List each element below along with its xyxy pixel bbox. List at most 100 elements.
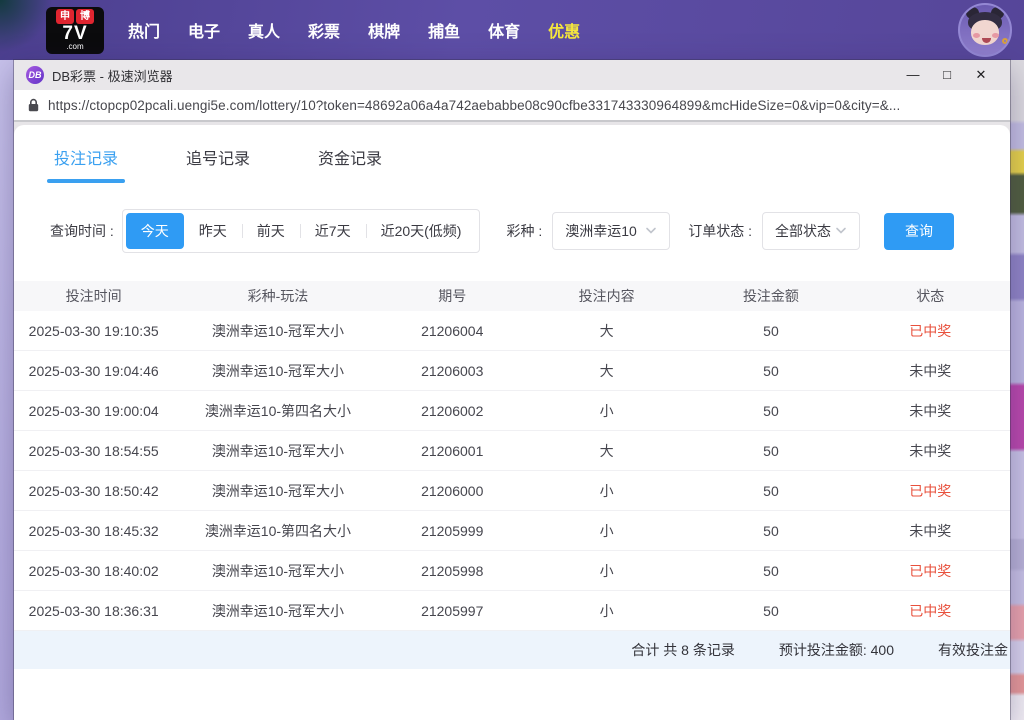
chevron-down-icon [835, 227, 847, 235]
lottery-select[interactable]: 澳洲幸运10 [552, 212, 670, 250]
cell-bet-content: 小 [522, 481, 691, 501]
nav-item[interactable]: 电子 [188, 18, 220, 42]
site-logo[interactable]: 申 博 7V .com [46, 7, 104, 54]
cell-game-play: 澳洲幸运10-冠军大小 [173, 481, 382, 501]
header-bet-time: 投注时间 [14, 286, 173, 306]
tab-item[interactable]: 追号记录 [186, 145, 250, 169]
avatar-blush-left [973, 33, 980, 38]
cell-bet-time: 2025-03-30 19:00:04 [14, 403, 173, 419]
cell-game-play: 澳洲幸运10-冠军大小 [173, 361, 382, 381]
time-range-option[interactable]: 近20天(低频) [366, 213, 477, 249]
cell-status: 已中奖 [851, 561, 1010, 581]
records-card: 投注记录 追号记录 资金记录 查询时间 : 今天 昨天 [14, 125, 1010, 720]
cell-status: 未中奖 [851, 521, 1010, 541]
cell-bet-content: 小 [522, 521, 691, 541]
browser-urlbar[interactable]: https://ctopcp02pcali.uengi5e.com/lotter… [14, 90, 1010, 122]
cell-issue-number: 21206000 [383, 483, 522, 499]
table-row: 2025-03-30 19:04:46 澳洲幸运10-冠军大小 21206003… [14, 351, 1010, 391]
cell-game-play: 澳洲幸运10-冠军大小 [173, 321, 382, 341]
user-avatar[interactable] [958, 3, 1012, 57]
cell-issue-number: 21205998 [383, 563, 522, 579]
page-content: 投注记录 追号记录 资金记录 查询时间 : 今天 昨天 [14, 122, 1010, 720]
nav-item[interactable]: 棋牌 [368, 18, 400, 42]
table-body: 2025-03-30 19:10:35 澳洲幸运10-冠军大小 21206004… [14, 311, 1010, 631]
browser-favicon-icon: DB [26, 66, 44, 84]
close-button[interactable]: ✕ [964, 60, 998, 90]
time-range-option[interactable]: 近7天 [300, 213, 366, 249]
logo-main-text: 7V [48, 24, 102, 43]
time-range-option[interactable]: 前天 [242, 213, 300, 249]
browser-window: DB DB彩票 - 极速浏览器 — □ ✕ https://ctopcp02pc… [14, 60, 1010, 720]
url-text[interactable]: https://ctopcp02pcali.uengi5e.com/lotter… [48, 98, 900, 113]
summary-valid-amount: 有效投注金 [938, 640, 1008, 660]
desktop-background-strip [1010, 60, 1024, 720]
cell-bet-content: 小 [522, 601, 691, 621]
minimize-button[interactable]: — [896, 60, 930, 90]
table-row: 2025-03-30 18:50:42 澳洲幸运10-冠军大小 21206000… [14, 471, 1010, 511]
summary-expected-amount: 预计投注金额: 400 [779, 640, 894, 660]
cell-issue-number: 21206001 [383, 443, 522, 459]
cell-bet-amount: 50 [691, 523, 850, 539]
table-row: 2025-03-30 18:45:32 澳洲幸运10-第四名大小 2120599… [14, 511, 1010, 551]
search-button[interactable]: 查询 [884, 213, 954, 250]
cell-issue-number: 21205999 [383, 523, 522, 539]
cell-bet-amount: 50 [691, 363, 850, 379]
time-range-option[interactable]: 今天 [126, 213, 184, 249]
cell-game-play: 澳洲幸运10-第四名大小 [173, 521, 382, 541]
time-filter-label: 查询时间 : [50, 221, 114, 241]
header-bet-amount: 投注金额 [691, 286, 850, 306]
cell-game-play: 澳洲幸运10-冠军大小 [173, 601, 382, 621]
browser-window-title: DB彩票 - 极速浏览器 [52, 66, 173, 85]
cell-status: 已中奖 [851, 601, 1010, 621]
browser-titlebar[interactable]: DB DB彩票 - 极速浏览器 — □ ✕ [14, 60, 1010, 90]
cell-bet-amount: 50 [691, 403, 850, 419]
time-range-group: 今天 昨天 前天 近7天 近20天(低频) [122, 209, 481, 253]
header-status: 状态 [851, 286, 1010, 306]
cell-issue-number: 21206004 [383, 323, 522, 339]
tab-item[interactable]: 投注记录 [54, 145, 118, 169]
table-row: 2025-03-30 18:54:55 澳洲幸运10-冠军大小 21206001… [14, 431, 1010, 471]
table-header-row: 投注时间 彩种-玩法 期号 投注内容 投注金额 状态 [14, 281, 1010, 311]
cell-bet-content: 大 [522, 361, 691, 381]
header-game-play: 彩种-玩法 [173, 286, 382, 306]
nav-item[interactable]: 体育 [488, 18, 520, 42]
nav-item[interactable]: 优惠 [548, 18, 580, 42]
cell-bet-content: 小 [522, 561, 691, 581]
cell-bet-time: 2025-03-30 18:54:55 [14, 443, 173, 459]
table-row: 2025-03-30 19:00:04 澳洲幸运10-第四名大小 2120600… [14, 391, 1010, 431]
table-row: 2025-03-30 18:36:31 澳洲幸运10-冠军大小 21205997… [14, 591, 1010, 631]
cell-bet-amount: 50 [691, 563, 850, 579]
header-issue-number: 期号 [383, 286, 522, 306]
window-controls: — □ ✕ [896, 60, 998, 90]
order-status-select[interactable]: 全部状态 [762, 212, 860, 250]
order-status-select-value: 全部状态 [775, 221, 831, 241]
logo-badge-right: 博 [76, 9, 94, 24]
filter-bar: 查询时间 : 今天 昨天 前天 近7天 近20天(低频) [50, 209, 1010, 253]
cell-bet-time: 2025-03-30 18:50:42 [14, 483, 173, 499]
maximize-button[interactable]: □ [930, 60, 964, 90]
cell-status: 已中奖 [851, 321, 1010, 341]
cell-bet-time: 2025-03-30 18:40:02 [14, 563, 173, 579]
cell-game-play: 澳洲幸运10-冠军大小 [173, 561, 382, 581]
nav-item[interactable]: 真人 [248, 18, 280, 42]
nav-item[interactable]: 热门 [128, 18, 160, 42]
cell-bet-amount: 50 [691, 443, 850, 459]
cell-bet-amount: 50 [691, 483, 850, 499]
avatar-blush-right [992, 33, 999, 38]
site-header: 申 博 7V .com 热门 电子 真人 彩票 棋牌 捕鱼 体育 优惠 [0, 0, 1024, 60]
cell-bet-time: 2025-03-30 19:04:46 [14, 363, 173, 379]
cell-bet-amount: 50 [691, 323, 850, 339]
cell-bet-content: 大 [522, 321, 691, 341]
cell-status: 未中奖 [851, 361, 1010, 381]
logo-suffix: .com [48, 43, 102, 51]
nav-item[interactable]: 彩票 [308, 18, 340, 42]
nav-item[interactable]: 捕鱼 [428, 18, 460, 42]
table-row: 2025-03-30 18:40:02 澳洲幸运10-冠军大小 21205998… [14, 551, 1010, 591]
cell-issue-number: 21205997 [383, 603, 522, 619]
logo-badge-left: 申 [56, 9, 74, 24]
tab-item[interactable]: 资金记录 [318, 145, 382, 169]
cell-bet-amount: 50 [691, 603, 850, 619]
cell-game-play: 澳洲幸运10-第四名大小 [173, 401, 382, 421]
time-range-option[interactable]: 昨天 [184, 213, 242, 249]
lottery-select-value: 澳洲幸运10 [565, 221, 637, 241]
